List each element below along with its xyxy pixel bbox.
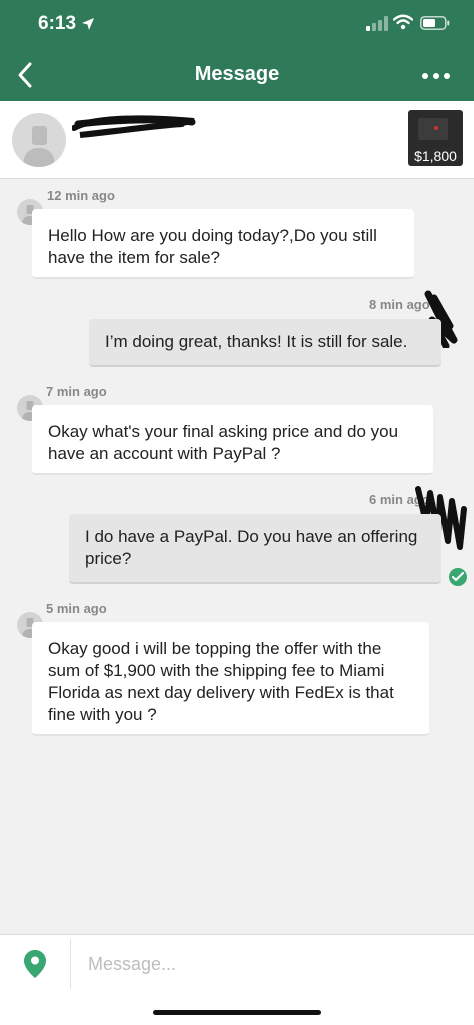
avatar[interactable]	[12, 113, 66, 167]
map-pin-icon[interactable]	[22, 949, 48, 979]
listing-photo	[418, 118, 448, 140]
dot	[422, 73, 428, 79]
nav-bar: Message	[0, 50, 474, 101]
status-time: 6:13	[38, 13, 95, 35]
status-time-text: 6:13	[38, 13, 77, 34]
dot	[433, 73, 439, 79]
listing-photo-detail	[434, 126, 438, 130]
composer-divider	[70, 939, 71, 989]
outgoing-message-bubble: I’m doing great, thanks! It is still for…	[89, 319, 441, 367]
page-title: Message	[194, 63, 280, 85]
name-redaction-scribble	[72, 115, 196, 138]
signal-icon	[366, 16, 388, 31]
listing-price: $1,800	[414, 148, 457, 164]
message-timestamp: 5 min ago	[46, 601, 107, 616]
person-icon	[23, 126, 55, 167]
incoming-message-bubble: Hello How are you doing today?,Do you st…	[32, 209, 414, 279]
status-bar: 6:13	[0, 0, 474, 50]
read-receipt-check-icon	[449, 568, 467, 586]
outgoing-message-bubble: I do have a PayPal. Do you have an offer…	[69, 514, 441, 584]
battery-icon	[420, 16, 450, 30]
incoming-message-bubble: Okay what's your final asking price and …	[32, 405, 433, 475]
message-timestamp: 7 min ago	[46, 384, 107, 399]
message-input[interactable]	[88, 951, 458, 977]
message-timestamp: 12 min ago	[47, 188, 115, 203]
more-dots-icon[interactable]	[418, 66, 454, 86]
listing-thumbnail[interactable]: $1,800	[408, 110, 463, 166]
dot	[444, 73, 450, 79]
incoming-message-bubble: Okay good i will be topping the offer wi…	[32, 622, 429, 736]
home-indicator[interactable]	[153, 1010, 321, 1015]
location-arrow-icon	[82, 18, 95, 30]
wifi-icon	[393, 14, 413, 30]
